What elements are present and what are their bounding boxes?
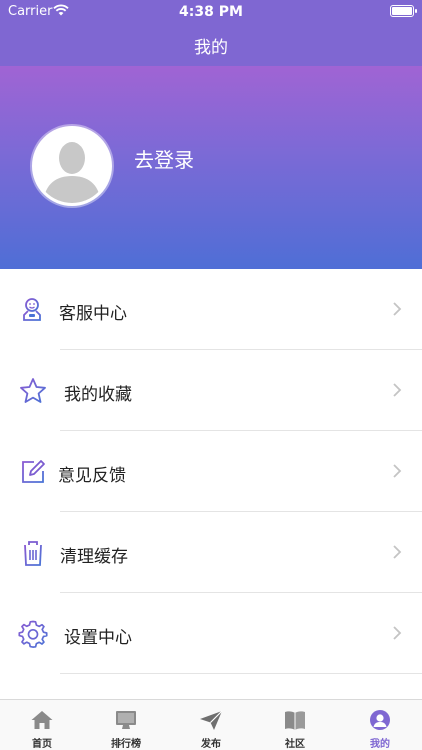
menu-item-favorites[interactable]: 我的收藏 [0,350,422,431]
chevron-right-icon [393,464,402,478]
tab-label: 排行榜 [111,739,141,750]
navigation-bar: 我的 [0,24,422,66]
login-link[interactable]: 去登录 [134,144,194,173]
divider [60,673,422,674]
profile-header: 去登录 [0,66,422,269]
avatar-placeholder-icon [35,129,109,203]
menu-item-customer-service[interactable]: 客服中心 [0,269,422,350]
tab-bar: 首页 排行榜 发布 社区 我的 [0,699,422,750]
menu-item-clear-cache[interactable]: 清理缓存 [0,512,422,593]
clock: 4:38 PM [179,4,243,20]
menu-item-label: 意见反馈 [58,466,126,486]
chevron-right-icon [393,302,402,316]
profile-icon [370,710,390,730]
menu-item-label: 客服中心 [59,304,127,324]
avatar[interactable] [32,126,112,206]
feedback-edit-icon [22,460,45,483]
tab-ranking[interactable]: 排行榜 [84,700,168,750]
menu-item-feedback[interactable]: 意见反馈 [0,431,422,512]
home-icon [31,711,53,729]
menu-item-label: 我的收藏 [64,385,132,405]
menu-item-label: 设置中心 [64,628,132,648]
status-bar: Carrier 4:38 PM [0,0,422,24]
tab-publish[interactable]: 发布 [169,700,253,750]
battery-icon [390,5,417,17]
customer-service-icon [23,298,41,321]
star-icon [20,378,46,403]
monitor-icon [116,711,136,729]
menu-item-label: 清理缓存 [60,547,128,567]
send-icon [200,710,223,730]
tab-community[interactable]: 社区 [253,700,337,750]
chevron-right-icon [393,545,402,559]
tab-label: 发布 [201,739,221,750]
tab-label: 我的 [370,739,390,750]
trash-icon [23,541,43,566]
page-title: 我的 [194,38,228,58]
chevron-right-icon [393,383,402,397]
menu-list: 客服中心 我的收藏 意见反馈 清理缓存 设置中心 [0,269,422,674]
tab-label: 社区 [285,739,305,750]
tab-mine[interactable]: 我的 [338,700,422,750]
menu-item-settings[interactable]: 设置中心 [0,593,422,674]
book-icon [285,711,305,730]
chevron-right-icon [393,626,402,640]
tab-home[interactable]: 首页 [0,700,84,750]
tab-label: 首页 [32,739,52,750]
gear-icon [18,620,48,648]
